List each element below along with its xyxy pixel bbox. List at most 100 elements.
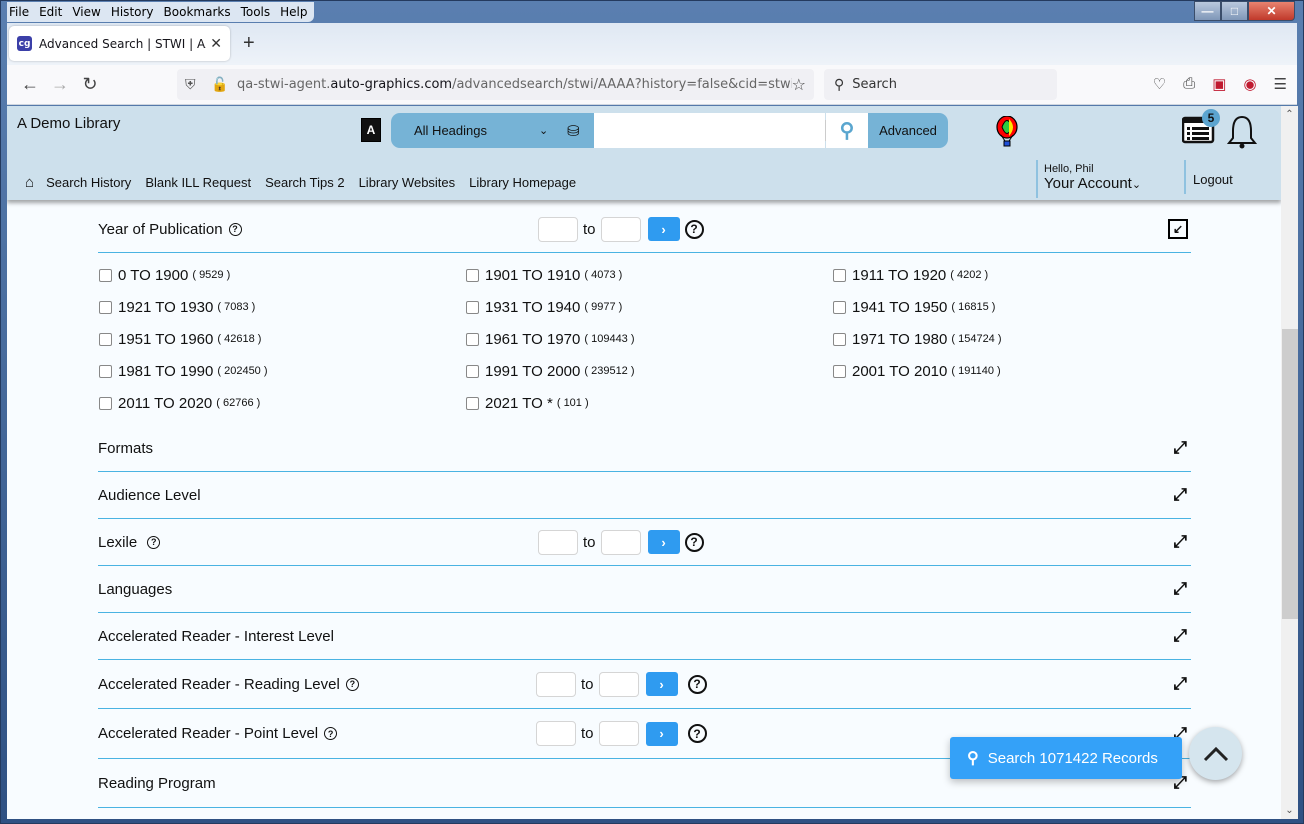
search-scope-select[interactable]: All Headings ⌄ ⛁	[391, 113, 594, 148]
facet-header[interactable]: Accelerated Reader - Interest Level ⤢	[98, 613, 1191, 659]
ar-point-to-input[interactable]	[598, 721, 639, 746]
expand-icon[interactable]: ⤢	[1173, 438, 1187, 458]
checkbox[interactable]	[466, 364, 479, 378]
search-submit-icon[interactable]: ⚲	[826, 113, 868, 148]
checkbox[interactable]	[99, 300, 112, 314]
expand-icon[interactable]: ⤢	[1173, 485, 1187, 505]
year-option[interactable]: 1971 TO 1980( 154724 )	[833, 329, 1193, 349]
tab-advanced-search[interactable]: cg Advanced Search | STWI | AAAA ✕	[9, 26, 230, 61]
help-icon[interactable]: ?	[687, 674, 707, 694]
apply-range-button[interactable]: ›	[647, 217, 680, 241]
forward-icon[interactable]: →	[45, 74, 75, 95]
search-records-button[interactable]: ⚲ Search 1071422 Records	[950, 737, 1182, 779]
facet-header[interactable]: Formats ⤢	[98, 425, 1191, 471]
collapse-icon[interactable]: ↙	[1168, 219, 1188, 239]
facet-header[interactable]: Year of Publication ? to › ? ↙	[98, 206, 1191, 252]
year-option[interactable]: 2021 TO *( 101 )	[466, 393, 833, 413]
balloon-icon[interactable]	[995, 116, 1019, 148]
scroll-down-icon[interactable]: ⌄	[1281, 802, 1298, 819]
lexile-from-input[interactable]	[538, 529, 578, 555]
database-icon[interactable]: ⛁	[567, 122, 580, 140]
year-option[interactable]: 1901 TO 1910( 4073 )	[466, 265, 833, 285]
help-icon[interactable]: ?	[324, 727, 338, 740]
checkbox[interactable]	[99, 396, 112, 410]
checkbox[interactable]	[466, 300, 479, 314]
expand-icon[interactable]: ⤢	[1173, 674, 1187, 694]
menu-history[interactable]: History	[111, 5, 154, 19]
facet-header[interactable]: Audience Level ⤢	[98, 472, 1191, 518]
apply-range-button[interactable]: ›	[645, 672, 678, 696]
facet-header[interactable]: Languages ⤢	[98, 566, 1191, 612]
shield-icon[interactable]: ⛨	[185, 77, 205, 93]
url-bar[interactable]: ⛨ 🔓 qa-stwi-agent.auto-graphics.com/adva…	[177, 69, 814, 100]
facet-header[interactable]: Lexile ? to › ? ⤢	[98, 519, 1191, 565]
help-icon[interactable]: ?	[684, 219, 704, 239]
scroll-to-top-button[interactable]	[1189, 727, 1242, 780]
year-option[interactable]: 1931 TO 1940( 9977 )	[466, 297, 833, 317]
checkbox[interactable]	[99, 268, 112, 282]
menu-help[interactable]: Help	[280, 5, 307, 19]
menu-bookmarks[interactable]: Bookmarks	[164, 5, 231, 19]
ar-reading-to-input[interactable]	[598, 671, 639, 697]
nav-search-tips[interactable]: Search Tips 2	[265, 175, 345, 190]
year-option[interactable]: 1991 TO 2000( 239512 )	[466, 361, 833, 381]
ar-reading-from-input[interactable]	[536, 671, 576, 697]
year-from-input[interactable]	[538, 216, 578, 242]
apply-range-button[interactable]: ›	[645, 721, 678, 746]
checkbox[interactable]	[99, 332, 112, 346]
checkbox[interactable]	[466, 396, 479, 410]
scroll-up-icon[interactable]: ⌃	[1281, 106, 1298, 123]
scroll-thumb[interactable]	[1282, 329, 1298, 619]
maximize-button[interactable]: □	[1221, 1, 1248, 21]
checkbox[interactable]	[466, 332, 479, 346]
year-option[interactable]: 1911 TO 1920( 4202 )	[833, 265, 1193, 285]
facet-header[interactable]: Accelerated Reader - Reading Level ? to …	[98, 660, 1191, 708]
close-window-button[interactable]: ✕	[1248, 1, 1295, 21]
your-account-dropdown[interactable]: Your Account⌄	[1044, 175, 1141, 192]
ar-point-from-input[interactable]	[536, 721, 576, 746]
hamburger-menu-icon[interactable]: ☰	[1274, 75, 1287, 93]
menu-tools[interactable]: Tools	[241, 5, 271, 19]
nav-blank-ill-request[interactable]: Blank ILL Request	[145, 175, 251, 190]
expand-icon[interactable]: ⤢	[1173, 532, 1187, 552]
print-icon[interactable]: ⎙	[1183, 75, 1195, 93]
checkbox[interactable]	[833, 300, 846, 314]
pocket-icon[interactable]: ♡	[1153, 75, 1166, 93]
insecure-lock-icon[interactable]: 🔓	[211, 77, 231, 93]
year-option[interactable]: 1941 TO 1950( 16815 )	[833, 297, 1193, 317]
help-icon[interactable]: ?	[228, 222, 242, 236]
year-option[interactable]: 1951 TO 1960( 42618 )	[99, 329, 466, 349]
year-option[interactable]: 1961 TO 1970( 109443 )	[466, 329, 833, 349]
extension-icon[interactable]: ▣	[1212, 75, 1226, 93]
home-icon[interactable]: ⌂	[25, 174, 34, 191]
lexile-to-input[interactable]	[600, 529, 641, 555]
checkbox[interactable]	[833, 332, 846, 346]
reload-icon[interactable]: ↻	[75, 74, 105, 95]
back-icon[interactable]: ←	[15, 74, 45, 95]
year-option[interactable]: 2001 TO 2010( 191140 )	[833, 361, 1193, 381]
help-icon[interactable]: ?	[345, 677, 359, 691]
checkbox[interactable]	[833, 268, 846, 282]
expand-icon[interactable]: ⤢	[1173, 626, 1187, 646]
close-tab-icon[interactable]: ✕	[210, 36, 222, 52]
year-to-input[interactable]	[600, 216, 641, 242]
search-input[interactable]	[594, 113, 825, 148]
menu-file[interactable]: File	[9, 5, 29, 19]
menu-edit[interactable]: Edit	[39, 5, 62, 19]
bell-icon[interactable]	[1225, 114, 1259, 150]
apply-range-button[interactable]: ›	[647, 530, 680, 554]
checkbox[interactable]	[833, 364, 846, 378]
minimize-button[interactable]: —	[1194, 1, 1221, 21]
expand-icon[interactable]: ⤢	[1173, 579, 1187, 599]
translate-icon[interactable]: A	[361, 118, 381, 142]
menu-view[interactable]: View	[72, 5, 100, 19]
page-scrollbar[interactable]: ⌃ ⌄	[1281, 106, 1298, 819]
nav-library-websites[interactable]: Library Websites	[359, 175, 456, 190]
year-option[interactable]: 1981 TO 1990( 202450 )	[99, 361, 466, 381]
advanced-search-button[interactable]: Advanced	[868, 113, 948, 148]
nav-library-homepage[interactable]: Library Homepage	[469, 175, 576, 190]
logout-link[interactable]: Logout	[1184, 160, 1233, 194]
url-text[interactable]: qa-stwi-agent.auto-graphics.com/advanced…	[237, 77, 792, 92]
checkbox[interactable]	[466, 268, 479, 282]
new-tab-icon[interactable]: +	[243, 32, 255, 55]
